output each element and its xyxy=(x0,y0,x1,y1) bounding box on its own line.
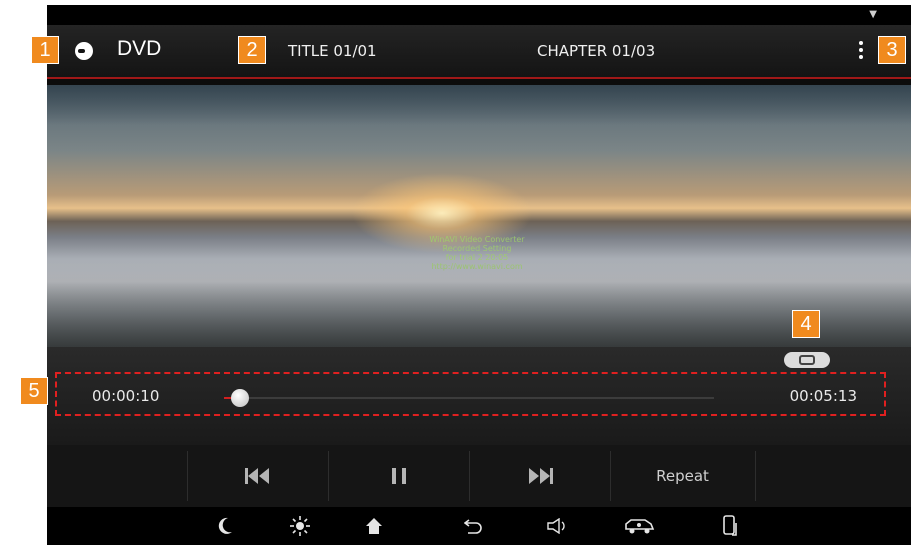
disc-icon xyxy=(75,42,93,60)
back-icon xyxy=(464,519,482,534)
car-icon xyxy=(625,519,655,534)
title-info: TITLE 01/01 xyxy=(288,42,377,60)
progress-highlight-box xyxy=(55,372,886,416)
home-icon xyxy=(366,518,382,534)
callout-4: 4 xyxy=(792,310,820,338)
repeat-label: Repeat xyxy=(656,467,709,485)
repeat-status-badge xyxy=(784,352,830,368)
callout-5: 5 xyxy=(20,377,48,405)
car-view-button[interactable] xyxy=(619,507,659,545)
repeat-icon xyxy=(799,355,815,365)
watermark-line: Recorded Setting xyxy=(442,244,512,253)
home-button[interactable] xyxy=(359,507,389,545)
pause-icon xyxy=(391,468,406,484)
menu-dot xyxy=(859,48,863,52)
night-mode-button[interactable] xyxy=(210,507,240,545)
dvd-player-screen: ▼ DVD TITLE 01/01 CHAPTER 01/03 WinAVI V… xyxy=(47,5,911,545)
system-nav-bar xyxy=(47,507,911,545)
menu-dot xyxy=(859,55,863,59)
source-label[interactable]: DVD xyxy=(117,37,161,61)
next-button[interactable] xyxy=(469,445,610,507)
status-bar: ▼ xyxy=(47,5,911,25)
skip-previous-icon xyxy=(244,468,269,484)
callout-3: 3 xyxy=(878,36,906,64)
callout-1: 1 xyxy=(31,36,59,64)
pause-button[interactable] xyxy=(328,445,469,507)
chapter-info: CHAPTER 01/03 xyxy=(537,42,656,60)
header-bar: DVD TITLE 01/01 CHAPTER 01/03 xyxy=(47,25,911,79)
brightness-button[interactable] xyxy=(285,507,315,545)
back-button[interactable] xyxy=(458,507,488,545)
watermark-line: http://www.winavi.com xyxy=(431,262,523,271)
watermark-line: WinAVI Video Converter xyxy=(429,235,525,244)
playback-controls: Repeat xyxy=(47,445,911,507)
phone-button[interactable] xyxy=(716,507,746,545)
volume-button[interactable] xyxy=(543,507,573,545)
divider xyxy=(755,451,756,501)
wifi-icon: ▼ xyxy=(869,9,877,20)
video-frame[interactable]: WinAVI Video Converter Recorded Setting … xyxy=(47,85,911,347)
phone-icon xyxy=(723,515,737,536)
watermark-line: for trial 2 20:05 xyxy=(445,253,509,262)
more-menu-button[interactable] xyxy=(856,39,866,63)
callout-2: 2 xyxy=(238,36,266,64)
repeat-button[interactable]: Repeat xyxy=(610,445,755,507)
volume-icon xyxy=(547,518,565,534)
menu-dot xyxy=(859,41,863,45)
moon-icon xyxy=(218,517,232,534)
previous-button[interactable] xyxy=(187,445,328,507)
video-watermark: WinAVI Video Converter Recorded Setting … xyxy=(387,235,567,271)
brightness-icon xyxy=(290,516,310,536)
skip-next-icon xyxy=(528,468,553,484)
